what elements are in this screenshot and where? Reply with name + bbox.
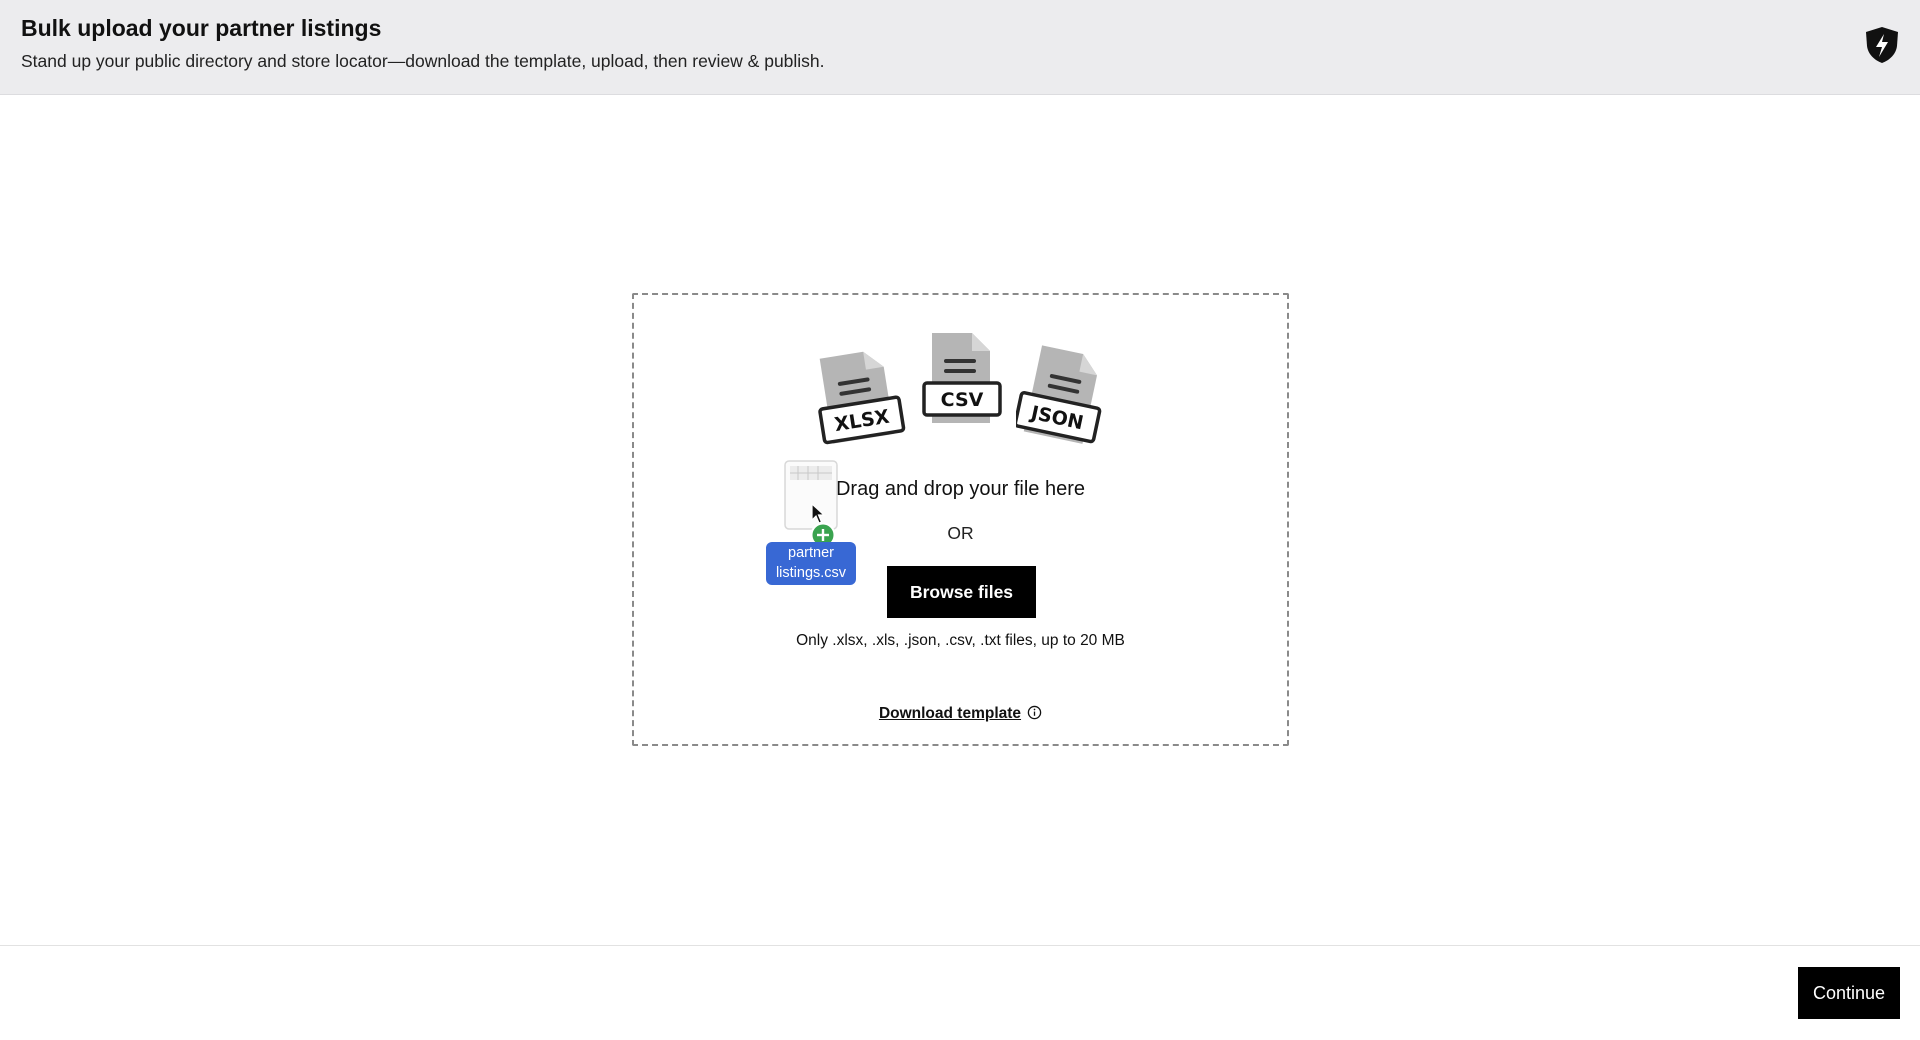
csv-label: CSV	[941, 389, 984, 411]
page-title: Bulk upload your partner listings	[21, 15, 382, 41]
dropzone-title: Drag and drop your file here	[835, 478, 1086, 500]
continue-button[interactable]: Continue	[1798, 967, 1900, 1019]
csv-file-icon: CSV	[922, 333, 1002, 423]
json-file-icon: JSON	[1016, 345, 1102, 444]
page-header: Bulk upload your partner listings Stand …	[0, 0, 1920, 95]
download-template-link[interactable]: Download template	[879, 705, 1021, 722]
browse-files-button[interactable]: Browse files	[887, 566, 1036, 618]
file-dropzone[interactable]: XLSX CSV JSON Drag and drop your file he…	[632, 293, 1289, 746]
file-type-hint: Only .xlsx, .xls, .json, .csv, .txt file…	[796, 632, 1125, 649]
or-divider-text: OR	[947, 523, 974, 543]
dragged-file-name: partner listings.csv	[766, 542, 856, 585]
page-footer: Continue	[0, 945, 1920, 1040]
page-subtitle: Stand up your public directory and store…	[21, 51, 825, 71]
shield-bolt-logo-icon	[1866, 27, 1898, 63]
xlsx-file-icon: XLSX	[818, 351, 906, 445]
template-row: Download template	[634, 705, 1287, 723]
info-icon[interactable]	[1027, 705, 1042, 720]
dragged-file-ghost[interactable]: partner listings.csv	[764, 460, 858, 586]
